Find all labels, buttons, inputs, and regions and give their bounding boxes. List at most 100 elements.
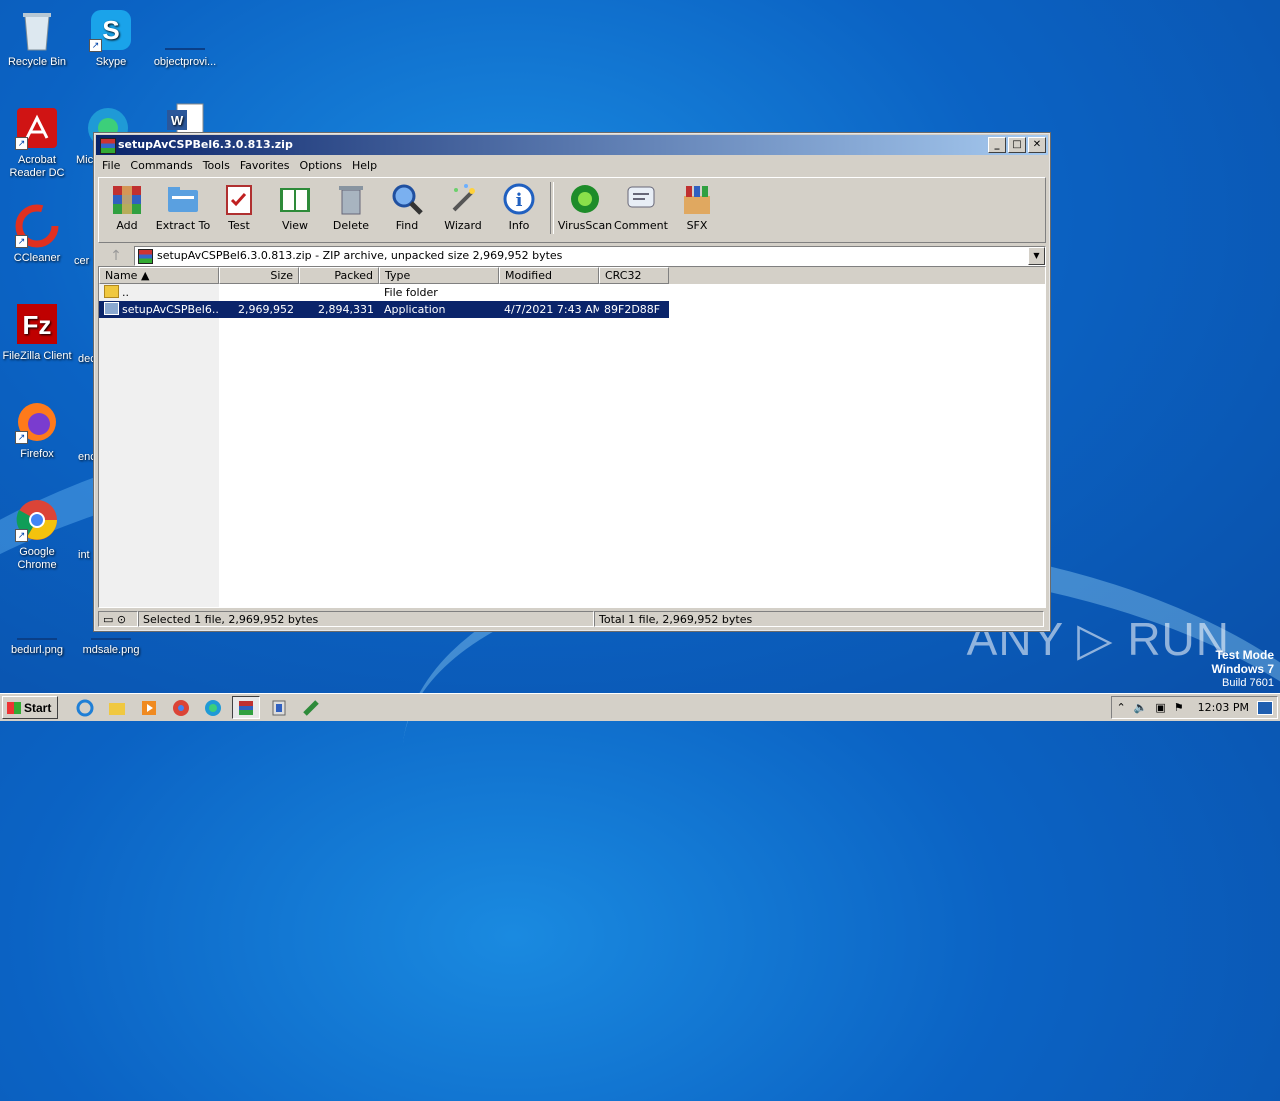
- comment-button[interactable]: Comment: [613, 182, 669, 232]
- table-row-selected[interactable]: setupAvCSPBel6.... 2,969,952 2,894,331 A…: [99, 301, 1045, 318]
- show-desktop-icon[interactable]: [1257, 700, 1273, 715]
- firefox-icon: ↗: [15, 400, 59, 444]
- test-mode-line3: Build 7601: [1222, 677, 1274, 689]
- extract-to-button[interactable]: Extract To: [155, 182, 211, 232]
- delete-label: Delete: [332, 219, 370, 232]
- column-headers: Name ▲ Size Packed Type Modified CRC32: [99, 267, 1045, 284]
- view-book-icon: [278, 182, 312, 216]
- close-button[interactable]: ✕: [1028, 137, 1046, 153]
- desktop-icon-filezilla[interactable]: Fz FileZilla Client: [0, 302, 74, 363]
- recycle-bin-icon: [15, 8, 59, 52]
- winrar-window: setupAvCSPBel6.3.0.813.zip _ □ ✕ File Co…: [93, 132, 1051, 632]
- virusscan-button[interactable]: VirusScan: [557, 182, 613, 232]
- flag-icon[interactable]: ⚑: [1174, 701, 1184, 714]
- find-button[interactable]: Find: [379, 182, 435, 232]
- menu-options[interactable]: Options: [296, 157, 348, 175]
- menu-help[interactable]: Help: [348, 157, 383, 175]
- blank-file-icon: [163, 8, 207, 52]
- taskbar-chrome-icon[interactable]: [168, 697, 194, 718]
- taskbar-archive-icon[interactable]: [266, 697, 292, 718]
- svg-text:i: i: [516, 190, 523, 211]
- desktop-icon-cer[interactable]: cer: [74, 255, 94, 268]
- maximize-button[interactable]: □: [1008, 137, 1026, 153]
- taskbar-explorer-icon[interactable]: [104, 697, 130, 718]
- address-field[interactable]: setupAvCSPBel6.3.0.813.zip - ZIP archive…: [134, 246, 1046, 266]
- start-label: Start: [24, 700, 52, 715]
- extract-folder-icon: [166, 182, 200, 216]
- taskbar-media-player-icon[interactable]: [136, 697, 162, 718]
- desktop-icon-skype[interactable]: S ↗ Skype: [74, 8, 148, 69]
- cell-size: [219, 284, 299, 301]
- filezilla-icon: Fz: [15, 302, 59, 346]
- desktop-icon-recycle-bin[interactable]: Recycle Bin: [0, 8, 74, 69]
- add-button[interactable]: Add: [99, 182, 155, 232]
- column-crc32[interactable]: CRC32: [599, 267, 669, 284]
- column-packed[interactable]: Packed: [299, 267, 379, 284]
- table-row[interactable]: .. File folder: [99, 284, 1045, 301]
- toolbar-separator: [550, 182, 554, 234]
- column-name[interactable]: Name ▲: [99, 267, 219, 284]
- desktop-icon-ccleaner[interactable]: ↗ CCleaner: [0, 204, 74, 265]
- chrome-icon: ↗: [15, 498, 59, 542]
- desktop-icon-label: FileZilla Client: [2, 350, 72, 362]
- desktop-icon-label: bedurl.png: [11, 644, 63, 656]
- extract-to-label: Extract To: [155, 219, 211, 232]
- wand-icon: [446, 182, 480, 216]
- title-bar[interactable]: setupAvCSPBel6.3.0.813.zip _ □ ✕: [96, 135, 1048, 155]
- desktop-icon-chrome[interactable]: ↗ Google Chrome: [0, 498, 74, 572]
- sfx-label: SFX: [686, 219, 708, 232]
- column-modified[interactable]: Modified: [499, 267, 599, 284]
- start-button[interactable]: Start: [2, 696, 59, 719]
- desktop-icon-acrobat[interactable]: ↗ Acrobat Reader DC: [0, 106, 74, 180]
- cell-crc: [599, 284, 669, 301]
- delete-button[interactable]: Delete: [323, 182, 379, 232]
- sfx-button[interactable]: SFX: [669, 182, 725, 232]
- network-icon[interactable]: ▣: [1155, 701, 1165, 714]
- taskbar-ie-icon[interactable]: [72, 697, 98, 718]
- cell-packed: 2,894,331: [299, 301, 379, 318]
- column-size[interactable]: Size: [219, 267, 299, 284]
- cell-modified: [499, 284, 599, 301]
- menu-favorites[interactable]: Favorites: [236, 157, 296, 175]
- desktop-icon-bedurl[interactable]: bedurl.png: [0, 600, 74, 657]
- clock[interactable]: 12:03 PM: [1198, 701, 1249, 714]
- taskbar-winrar-icon[interactable]: [232, 696, 261, 719]
- wizard-button[interactable]: Wizard: [435, 182, 491, 232]
- cell-packed: [299, 284, 379, 301]
- chevron-down-icon[interactable]: ▼: [1028, 247, 1045, 265]
- test-button[interactable]: Test: [211, 182, 267, 232]
- svg-text:S: S: [102, 15, 119, 45]
- window-title: setupAvCSPBel6.3.0.813.zip: [118, 138, 293, 151]
- chevron-up-icon[interactable]: ⌃: [1116, 701, 1125, 714]
- desktop-icon-objectprovi[interactable]: objectprovi...: [148, 8, 222, 69]
- view-button[interactable]: View: [267, 182, 323, 232]
- taskbar-app-icon[interactable]: [298, 697, 324, 718]
- status-selected: Selected 1 file, 2,969,952 bytes: [138, 611, 594, 627]
- column-type[interactable]: Type: [379, 267, 499, 284]
- drive-icon[interactable]: ▭ ⊙: [98, 611, 138, 627]
- desktop-icon-label: objectprovi...: [153, 56, 217, 68]
- magnifier-icon: [390, 182, 424, 216]
- ccleaner-icon: ↗: [15, 204, 59, 248]
- menu-bar: File Commands Tools Favorites Options He…: [94, 157, 1050, 175]
- desktop-icon-label: cer: [74, 255, 90, 267]
- menu-file[interactable]: File: [98, 157, 126, 175]
- desktop-icon-label: int: [78, 549, 90, 561]
- sfx-box-icon: [680, 182, 714, 216]
- desktop-icon-firefox[interactable]: ↗ Firefox: [0, 400, 74, 461]
- minimize-button[interactable]: _: [988, 137, 1006, 153]
- taskbar-edge-icon[interactable]: [200, 697, 226, 718]
- test-mode-line1: Test Mode: [1215, 648, 1274, 662]
- desktop-icon-label: Mic: [76, 154, 94, 166]
- test-mode-line2: Windows 7: [1211, 662, 1274, 676]
- info-button[interactable]: i Info: [491, 182, 547, 232]
- speaker-icon[interactable]: 🔈: [1134, 701, 1148, 714]
- cell-type: Application: [379, 301, 499, 318]
- toolbar: Add Extract To Test View Delete Find Wiz…: [98, 177, 1046, 243]
- winrar-icon: [100, 138, 116, 154]
- menu-tools[interactable]: Tools: [199, 157, 236, 175]
- up-arrow-icon[interactable]: ↑: [98, 246, 134, 266]
- virusscan-label: VirusScan: [557, 219, 613, 232]
- svg-text:W: W: [171, 113, 184, 128]
- menu-commands[interactable]: Commands: [126, 157, 198, 175]
